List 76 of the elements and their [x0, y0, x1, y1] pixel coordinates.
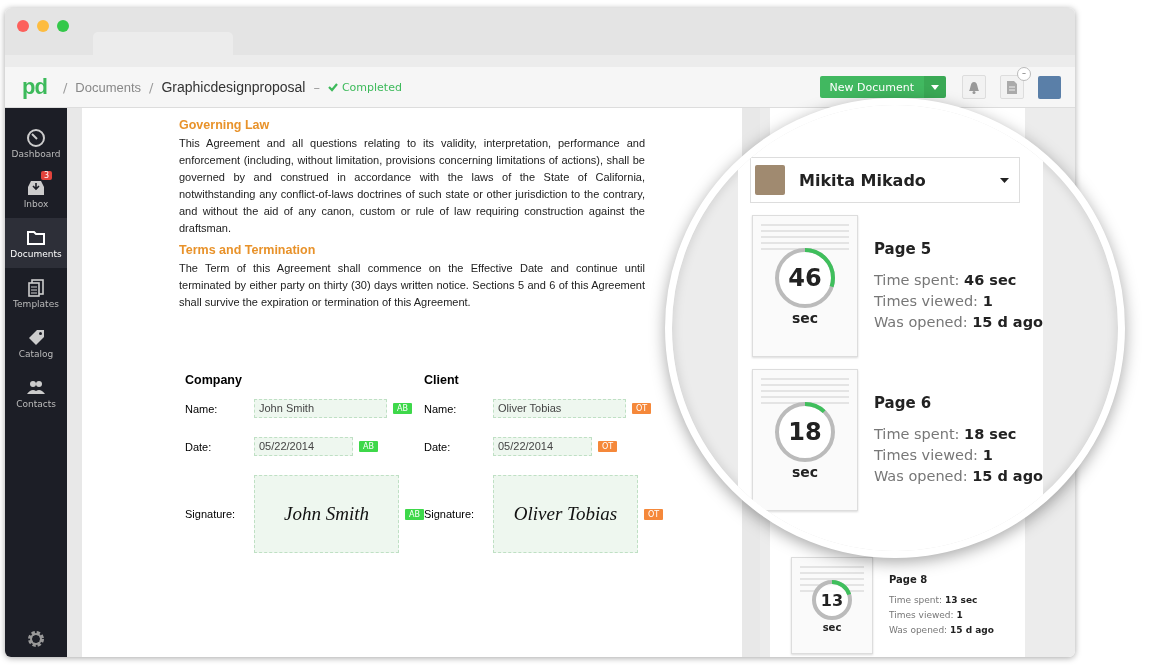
document-title: Graphicdesignproposal: [161, 79, 306, 95]
gauge-icon: [26, 127, 46, 147]
party-heading: Company: [185, 373, 243, 387]
field-label: Name:: [185, 402, 219, 415]
seconds-unit: sec: [791, 464, 819, 480]
sidebar-item[interactable]: Templates: [5, 268, 67, 318]
signer-tag: AB: [405, 508, 424, 520]
seconds-unit: sec: [822, 622, 842, 633]
sidebar-item[interactable]: Documents: [5, 218, 67, 268]
sidebar-item[interactable]: Catalog: [5, 318, 67, 368]
time-spent-text: Time spent: 46 sec: [873, 270, 1018, 290]
badge: –: [1017, 67, 1031, 81]
caret-icon: [1000, 177, 1009, 183]
breadcrumb-separator: /: [62, 79, 68, 95]
document-icon: [1007, 80, 1017, 94]
seconds-count: 46: [788, 264, 822, 292]
close-button[interactable]: [17, 20, 29, 32]
bell-icon: [968, 80, 980, 94]
was-opened-text: Was opened: 15 d ago: [873, 312, 1043, 332]
minimize-button[interactable]: [37, 20, 49, 32]
page-thumbnail[interactable]: 18 sec: [752, 369, 858, 511]
signature-field[interactable]: Oliver Tobias: [492, 475, 638, 553]
dropdown-button[interactable]: [924, 76, 946, 98]
notifications-button[interactable]: [962, 75, 986, 99]
page-title: Page 6: [873, 393, 933, 412]
avatar-photo-placeholder: [755, 165, 785, 195]
sidebar-item[interactable]: Inbox 3: [5, 168, 67, 218]
signer-tag: OT: [631, 403, 652, 414]
document-button[interactable]: [1000, 75, 1024, 99]
signer-tag: AB: [393, 403, 412, 414]
caret-icon: [931, 84, 939, 90]
paragraph: This Agreement and all questions relating to its validity, interpretation, performance and enforcement (including, without limitation, provisions concerning limitations of actions), shall be governed by and construed in accordance with the laws of the State of California, notwithstanding any conflict-of-laws doctrines of such state or other jurisdiction to the contrary, and without the aid of any canon, custom or rule of law requiring construction against the draftsman.: [179, 136, 645, 236]
name-field[interactable]: Oliver Tobias: [492, 399, 626, 418]
field-label: Name:: [423, 402, 458, 415]
seconds-count: 13: [820, 590, 844, 610]
section-heading: Terms and Termination: [179, 243, 317, 257]
field-label: Date:: [185, 440, 213, 453]
sidebar-item[interactable]: Dashboard: [5, 118, 67, 168]
user-dropdown[interactable]: Mikita Mikado: [750, 157, 1020, 203]
was-opened-text: Was opened: 15 d ago: [889, 623, 994, 637]
field-label: Signature:: [185, 508, 237, 520]
avatar-photo-placeholder[interactable]: [1038, 75, 1061, 99]
party-heading: Client: [423, 373, 460, 387]
check-icon: [327, 82, 338, 92]
signer-tag: OT: [597, 441, 618, 452]
field-label: Date:: [423, 440, 452, 453]
page-title: Page 5: [873, 239, 933, 258]
time-spent-text: Time spent: 13 sec: [889, 593, 979, 607]
page-title: Page 8: [889, 573, 929, 585]
breadcrumb-separator: /: [149, 79, 154, 95]
settings-icon[interactable]: [26, 629, 46, 649]
times-viewed-text: Times viewed: 1: [889, 608, 964, 622]
seconds-unit: sec: [791, 310, 819, 326]
signature-field[interactable]: John Smith: [254, 475, 399, 553]
count-badge: 3: [41, 171, 53, 180]
time-spent-text: Time spent: 18 sec: [873, 424, 1018, 444]
zoom-button[interactable]: [57, 20, 69, 32]
name-field[interactable]: John Smith: [254, 399, 387, 418]
signer-tag: OT: [643, 508, 664, 520]
times-viewed-text: Times viewed: 1: [873, 291, 994, 311]
signer-tag: AB: [359, 441, 378, 452]
paragraph: The Term of this Agreement shall commence on the Effective Date and continue until terminated by either party on thirty (30) days written notice. Sections 5 and 6 of this Agreement shall survive the expiration or termination of this Agreement.: [179, 261, 645, 310]
documents-icon: [26, 277, 46, 297]
breadcrumb-separator: –: [313, 79, 320, 95]
field-label: Signature:: [423, 508, 476, 520]
times-viewed-text: Times viewed: 1: [873, 445, 994, 465]
seconds-count: 18: [788, 418, 822, 446]
was-opened-text: Was opened: 15 d ago: [873, 466, 1043, 486]
user-name: Mikita Mikado: [799, 170, 927, 190]
date-field[interactable]: 05/22/2014: [492, 437, 592, 456]
page-thumbnail[interactable]: 13 sec: [791, 557, 873, 654]
date-field[interactable]: 05/22/2014: [254, 437, 353, 456]
page-thumbnail[interactable]: 46 sec: [752, 215, 858, 357]
sidebar-item[interactable]: Contacts: [5, 368, 67, 418]
section-heading: Governing Law: [179, 118, 271, 132]
status-text: Completed: [341, 80, 402, 94]
